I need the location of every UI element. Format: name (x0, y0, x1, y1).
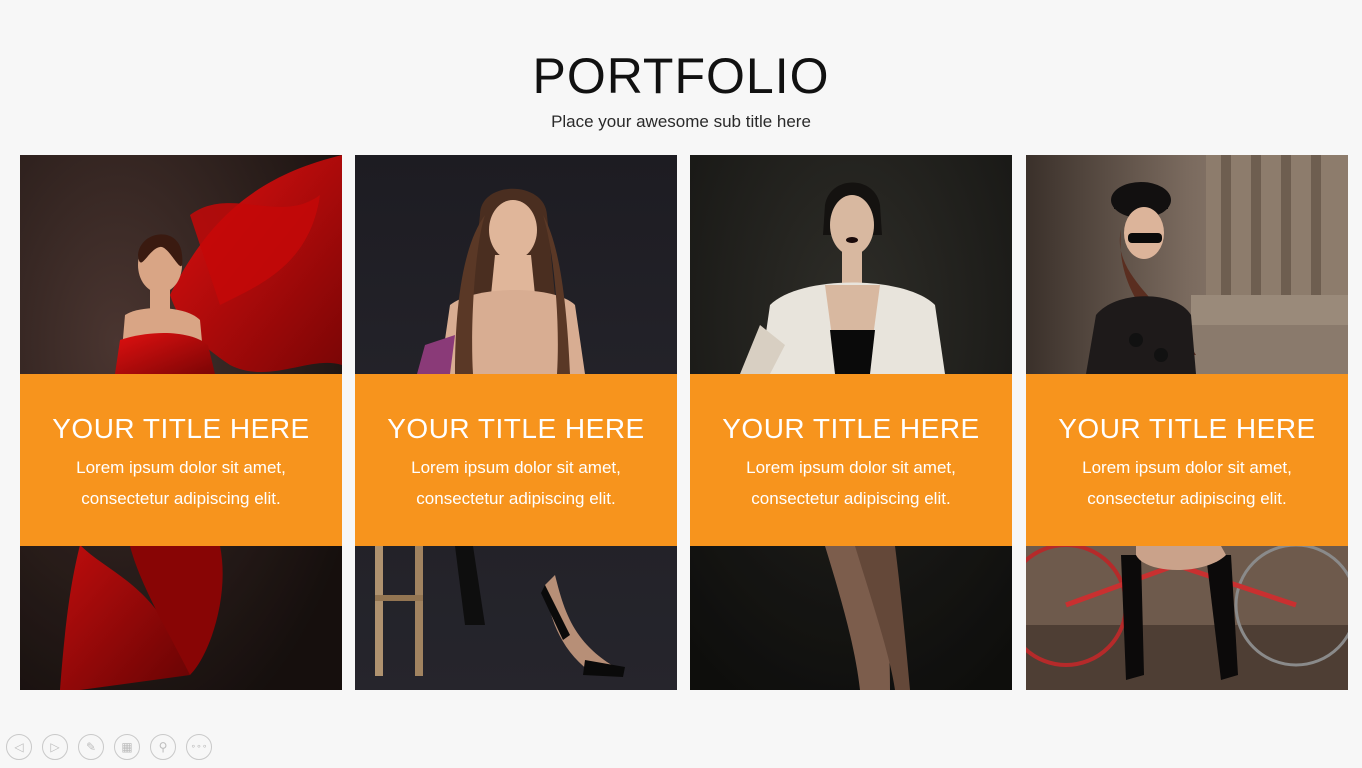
card-description-line: consectetur adipiscing elit. (416, 489, 616, 508)
next-icon[interactable]: ▷ (42, 734, 68, 760)
card-description-line: Lorem ipsum dolor sit amet, (746, 458, 956, 477)
card-description: Lorem ipsum dolor sit amet, consectetur … (690, 452, 1012, 514)
portfolio-card: YOUR TITLE HERE Lorem ipsum dolor sit am… (690, 155, 1012, 690)
card-description: Lorem ipsum dolor sit amet, consectetur … (20, 452, 342, 514)
card-caption: YOUR TITLE HERE Lorem ipsum dolor sit am… (1026, 374, 1348, 546)
card-title: YOUR TITLE HERE (1058, 413, 1316, 444)
card-caption: YOUR TITLE HERE Lorem ipsum dolor sit am… (690, 374, 1012, 546)
card-description: Lorem ipsum dolor sit amet, consectetur … (1026, 452, 1348, 514)
card-description-line: consectetur adipiscing elit. (1087, 489, 1287, 508)
card-title: YOUR TITLE HERE (387, 413, 645, 444)
portfolio-slide: PORTFOLIO Place your awesome sub title h… (0, 0, 1362, 768)
more-options-icon[interactable]: ∘∘∘ (186, 734, 212, 760)
card-caption: YOUR TITLE HERE Lorem ipsum dolor sit am… (355, 374, 677, 546)
card-description: Lorem ipsum dolor sit amet, consectetur … (355, 452, 677, 514)
card-caption: YOUR TITLE HERE Lorem ipsum dolor sit am… (20, 374, 342, 546)
zoom-icon[interactable]: ⚲ (150, 734, 176, 760)
card-description-line: consectetur adipiscing elit. (81, 489, 281, 508)
presentation-controls: ◁ ▷ ✎ ▦ ⚲ ∘∘∘ (6, 734, 212, 760)
page-subtitle: Place your awesome sub title here (551, 112, 811, 131)
card-description-line: Lorem ipsum dolor sit amet, (411, 458, 621, 477)
previous-icon[interactable]: ◁ (6, 734, 32, 760)
page-title: PORTFOLIO (532, 48, 830, 104)
portfolio-card: YOUR TITLE HERE Lorem ipsum dolor sit am… (355, 155, 677, 690)
card-description-line: Lorem ipsum dolor sit amet, (76, 458, 286, 477)
card-description-line: consectetur adipiscing elit. (751, 489, 951, 508)
card-title: YOUR TITLE HERE (52, 413, 310, 444)
portfolio-card: YOUR TITLE HERE Lorem ipsum dolor sit am… (1026, 155, 1348, 690)
pen-icon[interactable]: ✎ (78, 734, 104, 760)
slides-grid-icon[interactable]: ▦ (114, 734, 140, 760)
portfolio-card: YOUR TITLE HERE Lorem ipsum dolor sit am… (20, 155, 342, 690)
card-description-line: Lorem ipsum dolor sit amet, (1082, 458, 1292, 477)
card-title: YOUR TITLE HERE (722, 413, 980, 444)
